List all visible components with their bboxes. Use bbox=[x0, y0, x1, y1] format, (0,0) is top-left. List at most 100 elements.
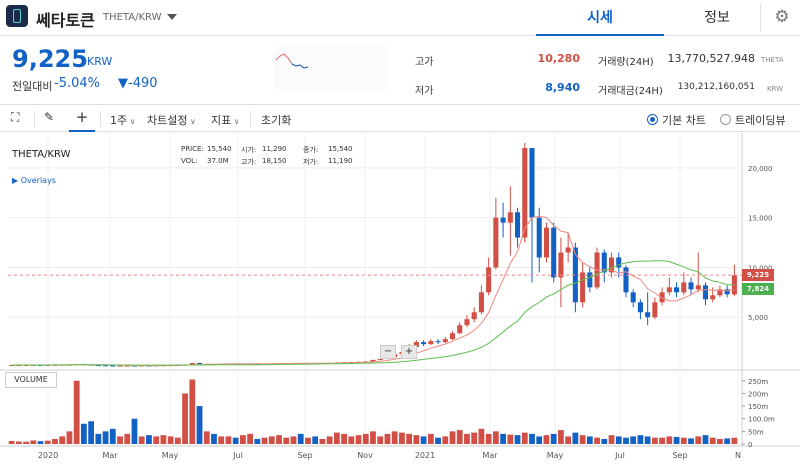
volume-bar bbox=[529, 433, 535, 444]
candle-body bbox=[449, 333, 456, 340]
x-tick-label: Mar bbox=[482, 451, 498, 460]
volume-bar bbox=[630, 436, 637, 444]
volume-bar bbox=[536, 436, 543, 444]
volume-bar bbox=[413, 435, 420, 444]
reset-button[interactable]: 초기화 bbox=[261, 112, 291, 128]
pencil-icon[interactable]: ✎ bbox=[44, 110, 54, 124]
info-low: 11,190 bbox=[328, 157, 353, 165]
info-low-label: 저가: bbox=[303, 158, 319, 166]
volume-bar bbox=[23, 441, 29, 444]
basic-chart-radio[interactable] bbox=[647, 114, 658, 125]
zoom-out-button[interactable]: − bbox=[380, 345, 396, 359]
candle-body bbox=[493, 217, 499, 268]
volume-bar bbox=[492, 431, 499, 444]
volume-bar bbox=[637, 435, 644, 444]
y-tick-label: 5,000 bbox=[748, 314, 768, 322]
volume-bar bbox=[254, 438, 261, 444]
period-select[interactable]: 1주 ∨ bbox=[110, 112, 136, 128]
header-bar: 쎄타토큰 THETA/KRW 시세 정보 ⚙ bbox=[0, 0, 800, 36]
volume-bar bbox=[695, 436, 702, 444]
price-chart-svg[interactable]: 20,00015,00010,0005,000250m200m150m100.0… bbox=[0, 133, 800, 471]
candle-body bbox=[457, 325, 463, 334]
volume-bar bbox=[420, 436, 427, 444]
change-percent: -5.04% bbox=[54, 76, 100, 91]
volume-bar bbox=[196, 406, 203, 444]
volume-tick-label: 200m bbox=[748, 390, 768, 398]
overlays-toggle[interactable]: ▶ Overlays bbox=[12, 176, 56, 185]
volume-bar bbox=[362, 433, 369, 444]
volume-bar bbox=[521, 432, 528, 444]
trade-value-unit: KRW bbox=[767, 85, 784, 93]
volume-bar bbox=[586, 436, 593, 444]
volume-bar bbox=[724, 438, 731, 444]
y-tick-label: 15,000 bbox=[748, 215, 773, 223]
volume-bar bbox=[305, 437, 311, 444]
indicators-label: 지표 bbox=[211, 114, 232, 127]
volume-bar bbox=[644, 436, 651, 444]
volume-bar bbox=[442, 436, 449, 444]
candle-body bbox=[421, 342, 427, 345]
trade-value: 130,212,160,051 bbox=[677, 82, 755, 92]
volume-bar bbox=[81, 423, 87, 444]
coin-code: THETA/KRW bbox=[103, 12, 162, 23]
candle-body bbox=[536, 217, 542, 258]
volume-value: 13,770,527.948 bbox=[667, 52, 755, 65]
mini-price-chart bbox=[274, 46, 388, 90]
volume-bar bbox=[225, 436, 232, 444]
volume-bar bbox=[44, 440, 51, 444]
zoom-in-button[interactable]: + bbox=[401, 345, 417, 359]
x-tick-label: May bbox=[547, 451, 564, 460]
volume-bar bbox=[565, 436, 572, 444]
indicators-button[interactable]: 지표 ∨ bbox=[211, 112, 240, 128]
x-tick-label: May bbox=[162, 451, 179, 460]
basic-chart-label[interactable]: 기본 차트 bbox=[662, 112, 706, 128]
chart-settings-button[interactable]: 차트설정 ∨ bbox=[147, 112, 196, 128]
volume-bar bbox=[623, 437, 629, 444]
change-amount: ▼-490 bbox=[118, 76, 158, 91]
crosshair-icon[interactable]: + bbox=[69, 105, 95, 132]
period-label: 1주 bbox=[110, 114, 128, 127]
tradingview-label[interactable]: 트레이딩뷰 bbox=[735, 112, 786, 128]
chevron-down-icon[interactable] bbox=[167, 14, 177, 20]
volume-pane-label: VOLUME bbox=[5, 372, 57, 388]
x-tick-label: Sep bbox=[297, 451, 312, 460]
volume-bar bbox=[594, 437, 600, 444]
y-tick-label: 20,000 bbox=[748, 165, 773, 173]
fullscreen-icon[interactable]: ⛶ bbox=[11, 110, 19, 125]
volume-bar bbox=[543, 435, 550, 444]
volume-bar bbox=[232, 437, 239, 444]
volume-bar bbox=[131, 418, 138, 444]
volume-bar bbox=[268, 436, 275, 444]
candle-body bbox=[565, 247, 571, 253]
volume-bar bbox=[449, 431, 456, 444]
candle-body bbox=[478, 292, 484, 313]
volume-bar bbox=[153, 436, 160, 444]
volume-bar bbox=[218, 436, 225, 444]
volume-bar bbox=[384, 433, 391, 444]
ma-price-tag: 7,824 bbox=[742, 283, 774, 296]
volume-bar bbox=[471, 432, 478, 444]
tab-price[interactable]: 시세 bbox=[536, 0, 664, 36]
toolbar-divider bbox=[34, 111, 35, 127]
tradingview-radio[interactable] bbox=[720, 114, 731, 125]
volume-bar bbox=[507, 434, 514, 444]
candle-body bbox=[370, 360, 376, 362]
coin-name[interactable]: 쎄타토큰 bbox=[36, 7, 95, 31]
candle-body bbox=[515, 212, 521, 238]
volume-bar bbox=[211, 433, 217, 444]
volume-bar bbox=[370, 431, 376, 444]
volume-bar bbox=[167, 436, 174, 444]
info-close: 15,540 bbox=[328, 145, 353, 153]
chart-toolbar: ⛶ ✎ + 1주 ∨ 차트설정 ∨ 지표 ∨ 초기화 기본 차트 트레이딩뷰 bbox=[0, 104, 800, 132]
tab-info[interactable]: 정보 bbox=[653, 0, 781, 36]
volume-bar bbox=[319, 438, 326, 444]
volume-bar bbox=[659, 437, 665, 444]
header-divider bbox=[760, 4, 761, 32]
volume-tick-label: 150m bbox=[748, 403, 768, 411]
volume-bar bbox=[709, 437, 716, 444]
x-tick-label: 2021 bbox=[415, 451, 435, 460]
gear-icon[interactable]: ⚙ bbox=[772, 7, 792, 27]
chart-area[interactable]: 20,00015,00010,0005,000250m200m150m100.0… bbox=[0, 133, 800, 471]
candle-body bbox=[623, 267, 629, 293]
volume-bar bbox=[326, 436, 333, 444]
